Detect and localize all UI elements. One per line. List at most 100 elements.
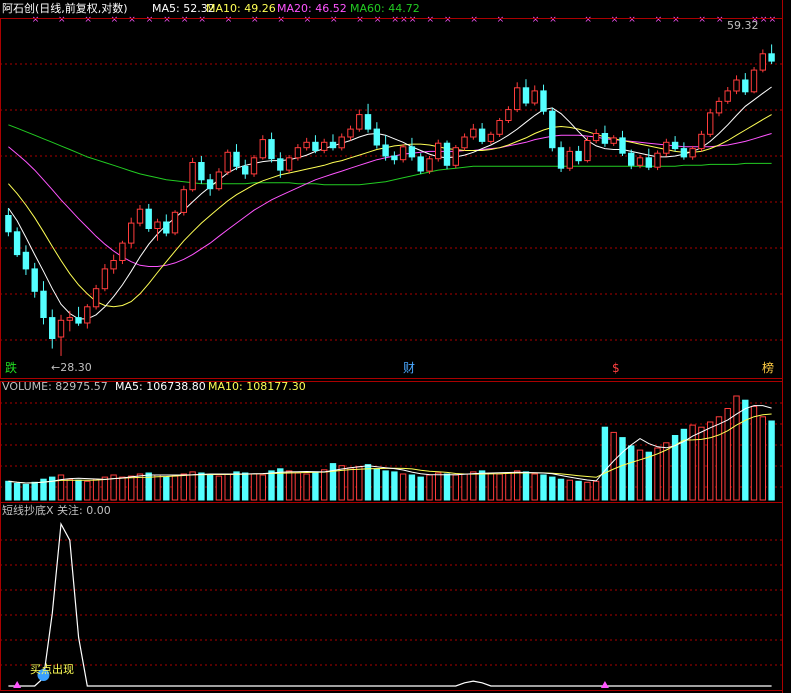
cross-marker: × [58, 15, 66, 25]
cross-marker: × [716, 15, 724, 25]
candle-body [435, 142, 442, 160]
volume-bar [435, 472, 442, 501]
indicator-title: 短线抄底X 关注: 0.00 [2, 504, 111, 517]
volume-bar [285, 470, 293, 501]
cross-marker: × [611, 15, 619, 25]
candle-body [13, 231, 21, 256]
marker-die[interactable]: 跌 [5, 362, 17, 375]
candle-body [110, 260, 117, 270]
cross-marker: × [584, 15, 592, 25]
marker-cai[interactable]: 财 [403, 362, 415, 375]
candle-body [733, 79, 740, 92]
cross-marker: × [672, 15, 680, 25]
cross-marker: × [84, 15, 92, 25]
candle-body [49, 317, 56, 340]
candle-body [759, 53, 766, 71]
ma10-label: MA10: 49.26 [206, 2, 276, 15]
volume-bar [417, 476, 424, 501]
candle-body [206, 179, 214, 190]
cross-marker: × [426, 15, 434, 25]
volume-bar [154, 474, 161, 501]
cross-marker: × [470, 15, 478, 25]
volume-bar [636, 449, 644, 501]
candle-body [584, 140, 591, 162]
volume-bar [329, 463, 337, 501]
volume-bar [724, 408, 731, 501]
volume-bar [566, 479, 573, 501]
candle-body [505, 109, 512, 121]
cross-marker: × [128, 15, 136, 25]
candle-body [680, 148, 688, 158]
candle-body [478, 128, 486, 142]
volume-bar [259, 474, 267, 501]
candle-body [171, 211, 179, 234]
candle-body [742, 79, 749, 93]
volume-bar [57, 474, 65, 501]
volume-bar [391, 471, 398, 501]
cross-marker: × [225, 15, 233, 25]
candle-body [31, 268, 38, 292]
volume-bar [171, 475, 179, 501]
volume-bar [31, 481, 38, 501]
volume-bar [514, 470, 521, 501]
volume-ma5-label: MA5: 106738.80 [115, 380, 206, 393]
candle-body [119, 242, 126, 262]
volume-bar [707, 421, 714, 501]
candle-body [557, 147, 565, 169]
cross-marker: × [198, 15, 206, 25]
candle-body [128, 222, 135, 244]
volume-bar [268, 470, 275, 501]
candle-body [180, 189, 188, 213]
volume-label: VOLUME: 82975.57 [2, 380, 108, 393]
candle-body [549, 110, 556, 149]
volume-bar [356, 466, 363, 501]
cross-marker: × [532, 15, 540, 25]
candle-body [382, 144, 389, 157]
volume-bar [557, 478, 565, 501]
volume-bar [321, 469, 328, 501]
candle-body [689, 148, 696, 158]
volume-bar [601, 426, 609, 501]
volume-bar [470, 471, 477, 501]
volume-bar [645, 451, 652, 501]
volume-bar [619, 437, 626, 501]
marker-dollar[interactable]: $ [612, 362, 620, 375]
buy-signal-label: 买点出现 [30, 663, 74, 676]
candle-body [40, 290, 47, 319]
candle-body [145, 208, 152, 229]
candle-body [329, 141, 337, 149]
candle-body [663, 141, 670, 154]
candle-body [531, 90, 538, 104]
cross-marker: × [251, 15, 259, 25]
volume-bar [22, 483, 30, 501]
marker-bang[interactable]: 榜 [762, 362, 774, 375]
volume-bar [768, 420, 775, 501]
cross-marker: × [374, 15, 382, 25]
volume-bar [663, 442, 670, 501]
candle-body [724, 90, 731, 102]
stock-chart[interactable]: × × × × × × × × × × × × × × × × × × × × × × × × × × × × × × × × × × × [0, 0, 791, 693]
volume-bar [610, 431, 617, 501]
candle-body [285, 157, 293, 171]
volume-bar [628, 445, 635, 501]
candle-body [408, 146, 416, 158]
cross-marker: × [409, 15, 417, 25]
candle-body [57, 319, 65, 338]
candle-body [163, 221, 170, 234]
candle-body [575, 150, 582, 162]
volume-bar [531, 473, 538, 501]
volume-bar [163, 476, 170, 501]
candle-body [601, 133, 609, 144]
volume-bar [443, 473, 451, 501]
volume-bar [233, 471, 240, 501]
volume-bar [215, 475, 223, 501]
volume-bar [347, 467, 354, 501]
candle-body [566, 150, 573, 169]
volume-bar [250, 473, 258, 501]
volume-bar [294, 472, 302, 501]
candle-body [628, 152, 635, 166]
cross-marker: × [769, 15, 777, 25]
cross-marker: × [391, 15, 399, 25]
volume-bar [584, 481, 591, 501]
cross-marker: × [330, 15, 338, 25]
